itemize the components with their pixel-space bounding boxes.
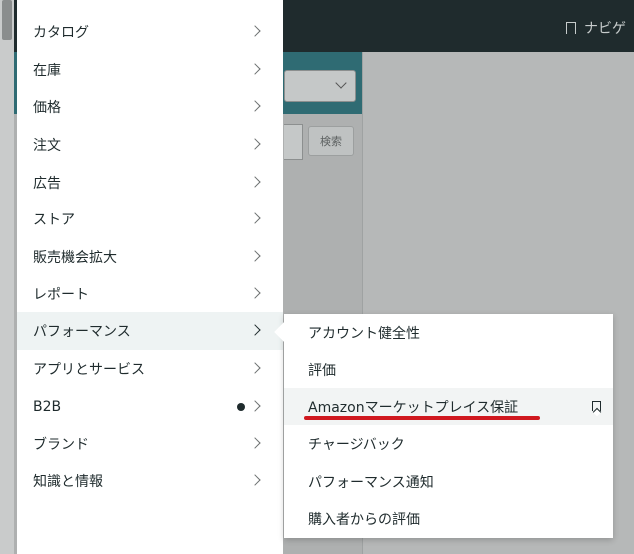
bookmark-icon [566, 22, 576, 34]
submenu-item-feedback[interactable]: 評価 [284, 351, 613, 388]
search-input[interactable] [284, 124, 303, 160]
menu-item-advertising[interactable]: 広告 [17, 164, 283, 202]
notification-dot [237, 403, 245, 411]
chevron-right-icon [249, 63, 261, 75]
chevron-right-icon [249, 324, 261, 336]
menu-item-label: B2B [33, 399, 62, 415]
chevron-right-icon [249, 212, 261, 224]
nav-link[interactable]: ナビゲ [566, 18, 626, 38]
submenu-item-chargeback[interactable]: チャージバック [284, 425, 613, 462]
chevron-right-icon [249, 176, 261, 188]
menu-item-reports[interactable]: レポート [17, 275, 283, 313]
submenu-item-account-health[interactable]: アカウント健全性 [284, 314, 613, 351]
menu-item-inventory[interactable]: 在庫 [17, 51, 283, 89]
chevron-right-icon [249, 437, 261, 449]
submenu-item-label: アカウント健全性 [308, 325, 420, 342]
menu-item-label: 在庫 [33, 63, 61, 79]
menu-item-label: 販売機会拡大 [33, 250, 117, 266]
menu-item-apps-services[interactable]: アプリとサービス [17, 350, 283, 388]
menu-item-label: パフォーマンス [33, 324, 131, 340]
nav-label: ナビゲ [584, 21, 626, 37]
submenu-item-performance-notifications[interactable]: パフォーマンス通知 [284, 463, 613, 500]
chevron-down-icon [335, 77, 347, 89]
menu-item-label: カタログ [33, 25, 89, 41]
performance-submenu: アカウント健全性 評価 Amazonマーケットプレイス保証 チャージバック パフ… [274, 314, 613, 538]
menu-item-label: ストア [33, 212, 75, 228]
menu-item-label: 価格 [33, 100, 61, 116]
menu-item-store[interactable]: ストア [17, 200, 283, 238]
submenu-item-label: 評価 [308, 362, 336, 379]
chevron-right-icon [249, 138, 261, 150]
submenu-item-label: パフォーマンス通知 [308, 474, 434, 491]
submenu-item-label: Amazonマーケットプレイス保証 [308, 399, 519, 416]
red-underline-annotation [304, 416, 540, 420]
menu-item-orders[interactable]: 注文 [17, 126, 283, 164]
menu-item-pricing[interactable]: 価格 [17, 88, 283, 126]
menu-item-label: 注文 [33, 138, 61, 154]
menu-item-learn[interactable]: 知識と情報 [17, 462, 283, 500]
menu-item-brands[interactable]: ブランド [17, 425, 283, 463]
chevron-right-icon [249, 287, 261, 299]
navigation-menu: カタログ 在庫 価格 注文 広告 ストア 販売機会拡大 レポート パフォーマンス… [17, 0, 283, 554]
menu-item-b2b[interactable]: B2B [17, 388, 283, 426]
menu-item-catalog[interactable]: カタログ [17, 13, 283, 51]
filter-select[interactable] [284, 70, 356, 102]
chevron-right-icon [249, 362, 261, 374]
menu-item-label: ブランド [33, 437, 89, 453]
menu-item-growth[interactable]: 販売機会拡大 [17, 238, 283, 276]
chevron-right-icon [249, 100, 261, 112]
chevron-right-icon [249, 400, 261, 412]
menu-item-label: レポート [33, 287, 89, 303]
chevron-right-icon [249, 474, 261, 486]
bookmark-icon[interactable] [592, 401, 601, 411]
menu-item-label: アプリとサービス [33, 362, 145, 378]
submenu-item-buyer-reviews[interactable]: 購入者からの評価 [284, 500, 613, 537]
scrollbar[interactable] [0, 0, 14, 554]
search-button[interactable]: 検索 [308, 126, 354, 156]
menu-item-label: 広告 [33, 176, 61, 192]
scrollbar-thumb[interactable] [2, 0, 12, 40]
menu-item-performance[interactable]: パフォーマンス [17, 312, 283, 350]
chevron-right-icon [249, 250, 261, 262]
chevron-right-icon [249, 25, 261, 37]
menu-item-label: 知識と情報 [33, 474, 103, 490]
submenu-item-label: 購入者からの評価 [308, 511, 420, 528]
submenu-item-label: チャージバック [308, 436, 405, 453]
